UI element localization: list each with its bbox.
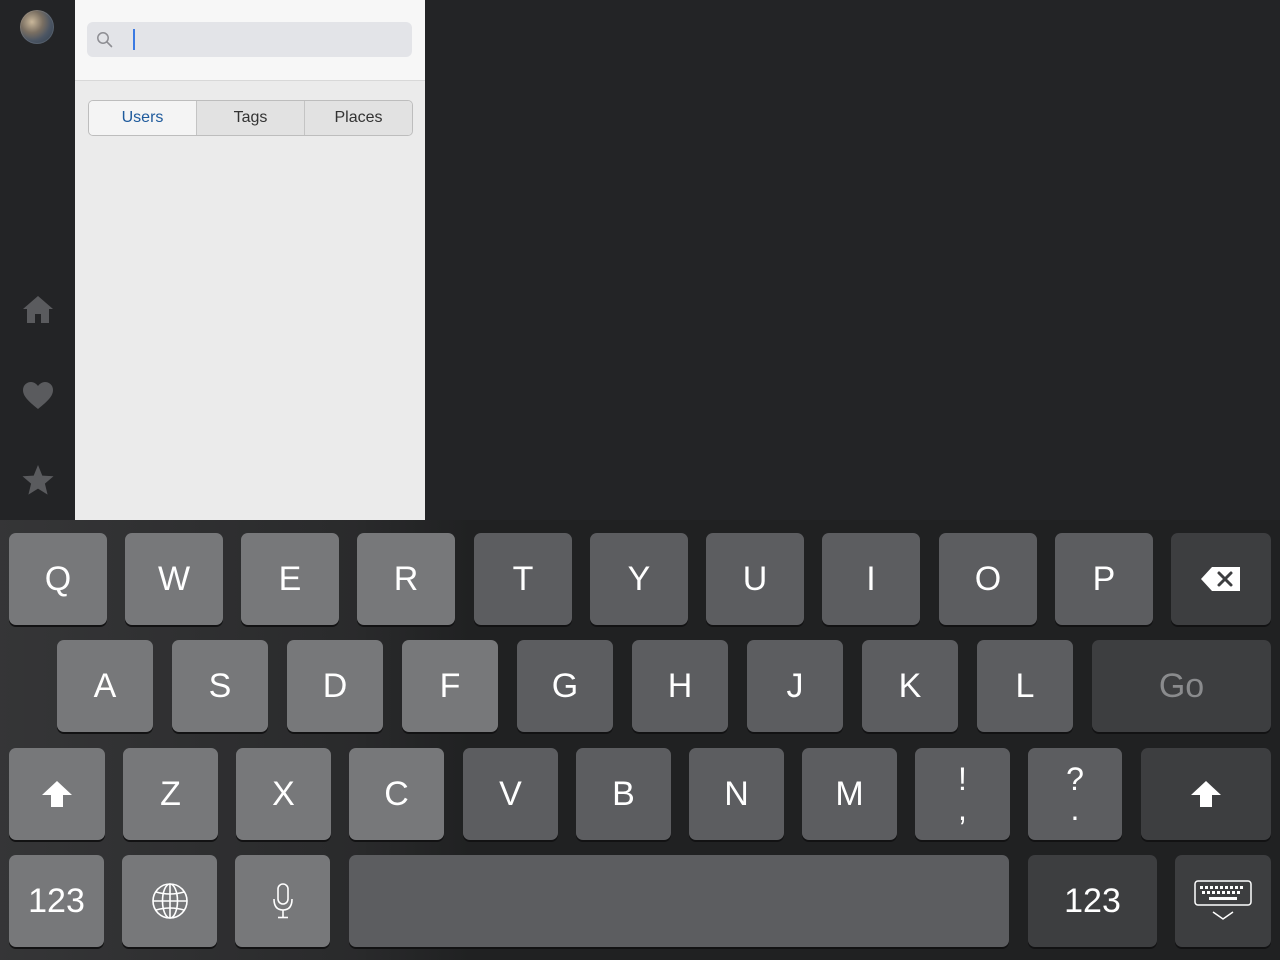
avatar[interactable] bbox=[20, 10, 54, 44]
shift-icon bbox=[1191, 781, 1221, 807]
key-w[interactable]: W bbox=[125, 533, 223, 625]
key-question-period[interactable]: ? . bbox=[1028, 748, 1122, 840]
search-panel: Users Tags Places bbox=[75, 0, 425, 520]
key-z[interactable]: Z bbox=[123, 748, 218, 840]
key-i[interactable]: I bbox=[822, 533, 920, 625]
key-y[interactable]: Y bbox=[590, 533, 688, 625]
onscreen-keyboard: Q W E R T Y U I O P A S D F G H J K L Go… bbox=[0, 520, 1280, 960]
key-t[interactable]: T bbox=[474, 533, 572, 625]
key-dismiss-keyboard[interactable] bbox=[1175, 855, 1271, 947]
home-icon[interactable] bbox=[20, 292, 56, 328]
key-c[interactable]: C bbox=[349, 748, 444, 840]
segment-places[interactable]: Places bbox=[304, 101, 412, 135]
key-period-label: . bbox=[1070, 791, 1080, 827]
key-b[interactable]: B bbox=[576, 748, 671, 840]
key-l[interactable]: L bbox=[977, 640, 1073, 732]
key-shift-left[interactable] bbox=[9, 748, 105, 840]
key-r[interactable]: R bbox=[357, 533, 455, 625]
key-h[interactable]: H bbox=[632, 640, 728, 732]
key-backspace[interactable] bbox=[1171, 533, 1271, 625]
key-shift-right[interactable] bbox=[1141, 748, 1271, 840]
search-icon bbox=[97, 32, 113, 48]
key-numbers-right[interactable]: 123 bbox=[1028, 855, 1157, 947]
search-header bbox=[75, 0, 425, 81]
keyboard-dismiss-icon bbox=[1194, 880, 1252, 920]
key-x[interactable]: X bbox=[236, 748, 331, 840]
heart-icon[interactable] bbox=[20, 378, 56, 414]
search-field[interactable] bbox=[87, 22, 412, 57]
key-a[interactable]: A bbox=[57, 640, 153, 732]
shift-icon bbox=[42, 781, 72, 807]
key-exclamation-label: ! bbox=[958, 761, 967, 797]
key-v[interactable]: V bbox=[463, 748, 558, 840]
microphone-icon bbox=[272, 883, 293, 919]
key-space[interactable] bbox=[349, 855, 1009, 947]
search-scope-segmented-control: Users Tags Places bbox=[88, 100, 413, 136]
key-comma-label: , bbox=[958, 791, 967, 827]
key-globe[interactable] bbox=[122, 855, 217, 947]
key-m[interactable]: M bbox=[802, 748, 897, 840]
key-go[interactable]: Go bbox=[1092, 640, 1271, 732]
key-o[interactable]: O bbox=[939, 533, 1037, 625]
key-s[interactable]: S bbox=[172, 640, 268, 732]
key-p[interactable]: P bbox=[1055, 533, 1153, 625]
key-n[interactable]: N bbox=[689, 748, 784, 840]
search-input[interactable] bbox=[119, 26, 403, 55]
key-q[interactable]: Q bbox=[9, 533, 107, 625]
key-k[interactable]: K bbox=[862, 640, 958, 732]
globe-icon bbox=[151, 883, 188, 919]
key-exclamation-comma[interactable]: ! , bbox=[915, 748, 1010, 840]
key-g[interactable]: G bbox=[517, 640, 613, 732]
key-numbers-left[interactable]: 123 bbox=[9, 855, 104, 947]
star-icon[interactable] bbox=[20, 462, 56, 498]
key-d[interactable]: D bbox=[287, 640, 383, 732]
key-e[interactable]: E bbox=[241, 533, 339, 625]
key-u[interactable]: U bbox=[706, 533, 804, 625]
key-j[interactable]: J bbox=[747, 640, 843, 732]
key-question-label: ? bbox=[1066, 761, 1084, 797]
key-f[interactable]: F bbox=[402, 640, 498, 732]
key-dictation[interactable] bbox=[235, 855, 330, 947]
segment-users[interactable]: Users bbox=[89, 101, 196, 135]
backspace-icon bbox=[1201, 567, 1240, 591]
segment-tags[interactable]: Tags bbox=[196, 101, 304, 135]
left-rail bbox=[0, 0, 75, 520]
